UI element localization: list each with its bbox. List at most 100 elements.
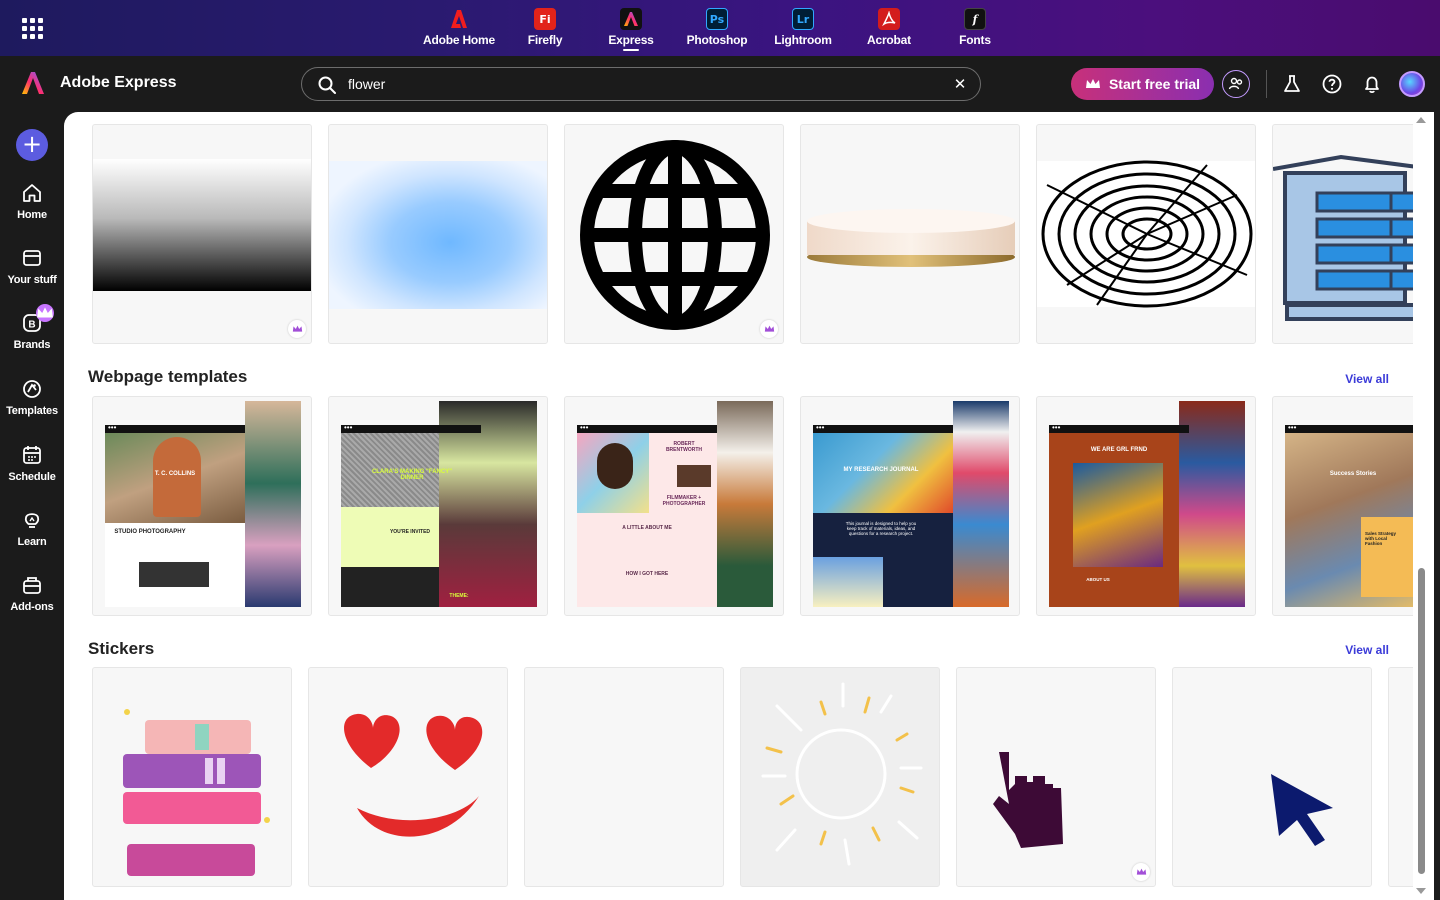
help-icon[interactable] [1318,70,1346,98]
svg-text:B: B [28,320,35,331]
home-icon [23,184,41,202]
scroll-down-arrow-icon[interactable] [1416,888,1426,894]
podium-image [807,209,1015,267]
premium-crown-icon [36,304,54,322]
result-card-podium[interactable] [800,124,1020,344]
browser-bar [1049,423,1189,433]
nav-your-stuff[interactable]: Your stuff [0,247,64,303]
labs-flask-icon[interactable] [1278,70,1306,98]
app-fonts[interactable]: f Fonts [932,0,1018,56]
nav-add-ons[interactable]: Add-ons [0,574,64,630]
template-card[interactable]: Success Stories Sales Strategy with Loca… [1272,396,1432,616]
template-card[interactable]: ROBERT BRENTWORTH FILMMAKER + PHOTOGRAPH… [564,396,784,616]
app-switcher-bar: Adobe Home Fi Firefly Express Ps Photosh… [0,0,1440,56]
scroll-up-arrow-icon[interactable] [1416,117,1426,123]
template-subtitle: STUDIO PHOTOGRAPHY [114,529,186,535]
webpage-templates-heading: Webpage templates [88,367,248,386]
sun-sticker-image [761,682,923,866]
nav-home[interactable]: Home [0,182,64,238]
scroll-thumb[interactable] [1418,568,1425,874]
webpage-view-all-link[interactable]: View all [1345,372,1389,386]
premium-crown-icon [1132,863,1150,881]
app-express[interactable]: Express [588,0,674,56]
browser-bar [1285,423,1431,433]
notifications-bell-icon[interactable] [1358,70,1386,98]
app-label: Photoshop [686,33,748,47]
app-firefly[interactable]: Fi Firefly [502,0,588,56]
search-bar[interactable]: ✕ [301,67,981,101]
browser-bar [105,423,245,433]
search-results-panel: Webpage templates View all T. C. COLLINS… [64,112,1434,900]
invite-collaborators-icon[interactable] [1222,70,1250,98]
sticker-card[interactable] [1172,667,1372,887]
nav-templates[interactable]: Templates [0,378,64,434]
app-photoshop[interactable]: Ps Photoshop [674,0,760,56]
template-card[interactable]: CLARA'S MAKING "FANCY" DINNER YOU'RE INV… [328,396,548,616]
heart-eyes-smile-sticker-image [344,713,483,837]
create-new-button[interactable]: + [16,129,48,161]
pointing-hand-sticker-image [993,752,1063,848]
sticker-card[interactable] [308,667,508,887]
template-subtitle: FILMMAKER + PHOTOGRAPHER [662,495,706,507]
template-subtitle: Sales Strategy with Local Fashion [1365,531,1397,546]
template-extra: HOW I GOT HERE [625,571,669,577]
result-card-globe[interactable] [564,124,784,344]
nav-label: Schedule [8,471,56,483]
nav-learn[interactable]: Learn [0,509,64,565]
template-card[interactable]: T. C. COLLINS STUDIO PHOTOGRAPHY [92,396,312,616]
sticker-card[interactable] [92,667,292,887]
app-grid-icon[interactable] [20,16,44,40]
express-header: Adobe Express ✕ Start free trial [0,56,1440,112]
search-input[interactable] [348,73,928,95]
firefly-icon: Fi [534,8,556,30]
folder-icon [23,250,41,266]
app-label: Adobe Home [422,33,495,47]
result-card-blue-blur[interactable] [328,124,548,344]
template-headline: T. C. COLLINS [154,471,196,477]
fonts-icon: f [964,8,986,30]
browser-bar [577,423,717,433]
app-adobe-home[interactable]: Adobe Home [416,0,502,56]
app-lightroom[interactable]: Lr Lightroom [760,0,846,56]
template-subtitle: YOU'RE INVITED [389,529,431,535]
calendar-icon [23,446,41,464]
browser-bar [813,423,953,433]
app-label: Acrobat [867,33,911,47]
template-extra: THEME: [449,593,469,599]
sticker-card[interactable] [740,667,940,887]
nav-schedule[interactable]: Schedule [0,444,64,500]
template-headline: ROBERT BRENTWORTH [665,441,703,453]
result-card-tree-rings[interactable] [1036,124,1256,344]
main-scrollbar[interactable] [1413,112,1434,900]
template-subtitle: This journal is designed to help you kee… [845,521,917,536]
result-card-gradient[interactable] [92,124,312,344]
app-acrobat[interactable]: Acrobat [846,0,932,56]
cursor-arrow-sticker-image [1271,774,1333,846]
start-free-trial-button[interactable]: Start free trial [1071,68,1214,100]
template-card[interactable]: WE ARE GRL FRND ABOUT US [1036,396,1256,616]
template-headline: WE ARE GRL FRND [1090,447,1148,453]
server-rack-image [1273,154,1431,321]
lightbulb-icon [24,513,40,528]
app-label: Express [608,33,654,47]
adobe-express-logo-icon[interactable] [20,70,46,96]
stickers-view-all-link[interactable]: View all [1345,643,1389,657]
sticker-card-blank[interactable] [524,667,724,887]
nav-brands[interactable]: B Brands [0,304,64,368]
app-label: Lightroom [774,33,832,47]
templates-icon [23,380,41,398]
nav-label: Learn [17,536,47,548]
user-avatar[interactable] [1399,71,1425,97]
header-divider [1266,70,1267,98]
addons-icon [23,577,41,594]
search-icon [318,76,336,94]
app-label: Fonts [959,33,991,47]
template-card[interactable]: MY RESEARCH JOURNAL This journal is desi… [800,396,1020,616]
left-nav-rail: + Home Your stuff B Brands Templates Sch… [0,112,64,900]
nav-label: Home [17,209,47,221]
books-sticker-image [123,709,270,876]
clear-search-icon[interactable]: ✕ [952,76,968,92]
stickers-heading: Stickers [88,639,155,658]
sticker-card[interactable] [956,667,1156,887]
result-card-server-rack[interactable] [1272,124,1432,344]
